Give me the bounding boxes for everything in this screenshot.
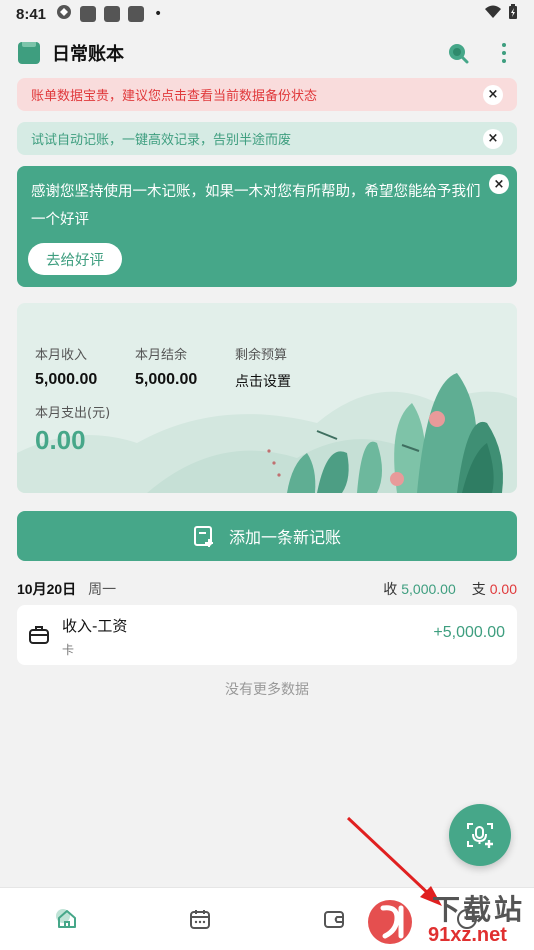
wifi-icon: [484, 5, 502, 23]
app-bar: 日常账本: [0, 32, 534, 74]
briefcase-icon: [29, 626, 49, 644]
search-icon: [449, 44, 469, 64]
backup-notice[interactable]: 账单数据宝贵，建议您点击查看当前数据备份状态 ×: [17, 78, 517, 111]
set-budget-link[interactable]: 点击设置: [235, 371, 291, 391]
more-dot: [502, 43, 506, 47]
backup-notice-text: 账单数据宝贵，建议您点击查看当前数据备份状态: [31, 89, 318, 104]
day-income-value: 5,000.00: [401, 581, 456, 597]
watermark-brand: 下载站: [432, 893, 526, 926]
notification-icon: [128, 6, 145, 22]
monthly-balance-label: 本月结余: [135, 348, 188, 363]
home-icon: [55, 909, 76, 928]
more-notifications-dot: •: [154, 6, 163, 22]
rating-card: 感谢您坚持使用一木记账，如果一木对您有所帮助，希望您能给予我们一个好评 × 去给…: [17, 166, 517, 287]
auto-record-notice[interactable]: 试试自动记账，一键高效记录，告别半途而废 ×: [17, 122, 517, 155]
monthly-income-label: 本月收入: [35, 348, 88, 363]
close-auto-record-notice-button[interactable]: ×: [483, 128, 503, 149]
rating-card-text: 感谢您坚持使用一木记账，如果一木对您有所帮助，希望您能给予我们一个好评: [31, 184, 481, 228]
remaining-budget-stat[interactable]: 剩余预算 点击设置: [235, 344, 291, 391]
site-watermark: 下载站 91xz.net: [368, 884, 534, 950]
day-weekday: 周一: [88, 582, 117, 598]
close-backup-notice-button[interactable]: ×: [483, 84, 503, 105]
notification-icon: [80, 6, 97, 22]
record-account: 卡: [62, 643, 75, 657]
more-dot: [502, 59, 506, 63]
monthly-income-stat: 本月收入 5,000.00: [35, 344, 97, 389]
day-group-header: 10月20日 周一 收 5,000.00 支 0.00: [17, 576, 517, 602]
search-button[interactable]: [446, 41, 470, 65]
monthly-expense-label: 本月支出(元): [35, 406, 111, 421]
list-end-text: 没有更多数据: [225, 682, 309, 698]
record-amount: +5,000.00: [433, 624, 505, 641]
record-title: 收入-工资: [62, 617, 128, 635]
day-expense-label: 支: [471, 582, 486, 598]
status-bar: 8:41 •: [0, 0, 534, 28]
monthly-balance-value: 5,000.00: [135, 371, 198, 388]
day-date: 10月20日: [17, 581, 77, 597]
more-menu-button[interactable]: [492, 41, 516, 65]
monthly-expense-stat: 本月支出(元) 0.00: [35, 402, 110, 456]
plants-illustration: [17, 373, 517, 493]
voice-record-button[interactable]: [449, 804, 511, 866]
app-title: 日常账本: [52, 44, 124, 65]
wallet-icon: [323, 911, 344, 928]
record-row[interactable]: 收入-工资 卡 +5,000.00: [17, 605, 517, 665]
close-rating-card-button[interactable]: ×: [489, 174, 509, 194]
notification-icon: [56, 4, 72, 24]
add-record-button[interactable]: 添加一条新记账: [17, 511, 517, 561]
day-expense-value: 0.00: [489, 581, 517, 597]
rate-button[interactable]: 去给好评: [28, 243, 122, 275]
monthly-income-value: 5,000.00: [35, 371, 98, 388]
notification-icon: [104, 6, 121, 22]
status-time: 8:41: [16, 5, 47, 23]
add-record-label: 添加一条新记账: [228, 528, 341, 547]
monthly-expense-value: 0.00: [35, 425, 86, 455]
microphone-add-icon: [467, 823, 493, 848]
auto-record-notice-text: 试试自动记账，一键高效记录，告别半途而废: [31, 133, 292, 148]
app-logo-icon: [18, 42, 40, 64]
more-dot: [502, 51, 506, 55]
day-income-label: 收: [383, 582, 398, 598]
monthly-summary-card: 本月收入 5,000.00 本月结余 5,000.00 剩余预算 点击设置 本月…: [17, 303, 517, 493]
remaining-budget-label: 剩余预算: [235, 348, 288, 363]
calendar-icon: [190, 910, 211, 929]
battery-icon: [508, 4, 518, 24]
monthly-balance-stat: 本月结余 5,000.00: [135, 344, 197, 389]
nav-home[interactable]: [0, 888, 134, 950]
watermark-site: 91xz.net: [428, 924, 507, 946]
add-record-icon: [193, 526, 213, 547]
nav-calendar[interactable]: [134, 888, 268, 950]
